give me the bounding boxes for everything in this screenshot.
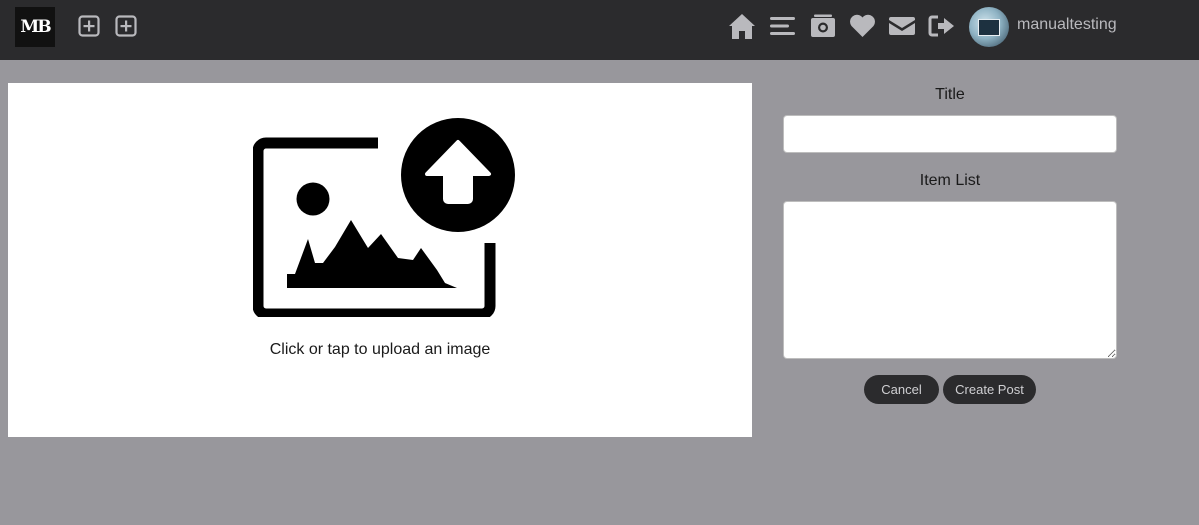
add-item-icon[interactable] — [115, 15, 137, 37]
item-list-label: Item List — [919, 172, 981, 189]
item-list-textarea[interactable] — [783, 201, 1117, 359]
top-navigation-bar: MB manualtesting — [0, 0, 1199, 60]
heart-icon[interactable] — [849, 12, 876, 40]
title-label: Title — [935, 86, 965, 103]
title-input[interactable] — [783, 115, 1117, 153]
sign-out-icon[interactable] — [928, 12, 955, 40]
upload-prompt-text: Click or tap to upload an image — [269, 341, 491, 358]
add-post-icon[interactable] — [78, 15, 100, 37]
image-upload-area[interactable]: Click or tap to upload an image — [8, 83, 752, 437]
username-label[interactable]: manualtesting — [1017, 16, 1117, 34]
create-post-button[interactable]: Create Post — [943, 375, 1036, 404]
home-icon[interactable] — [727, 12, 757, 40]
brand-logo[interactable]: MB — [15, 7, 55, 47]
cancel-button[interactable]: Cancel — [864, 375, 939, 404]
menu-icon[interactable] — [770, 12, 795, 40]
camera-icon[interactable] — [810, 12, 836, 40]
image-upload-icon — [252, 112, 521, 321]
envelope-icon[interactable] — [889, 12, 915, 40]
user-avatar[interactable] — [969, 7, 1009, 47]
